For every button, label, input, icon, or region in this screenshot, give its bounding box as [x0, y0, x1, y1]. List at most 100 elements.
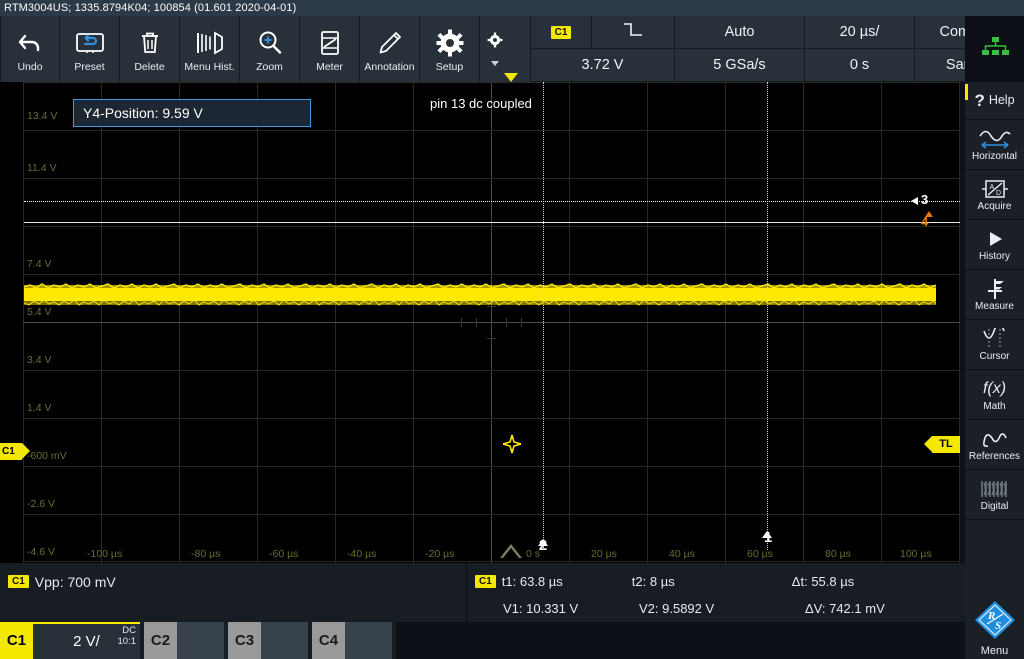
sidebar-item-digital[interactable]: Digital — [965, 470, 1024, 520]
channel-c3-badge: C3 — [228, 622, 261, 659]
cursor-line-vertical-1[interactable] — [767, 82, 768, 550]
cursor-line-horizontal-4[interactable] — [24, 222, 960, 223]
sidebar-item-digital-label: Digital — [980, 500, 1009, 512]
measurement-channel-badge: C1 — [8, 575, 29, 588]
sidebar-item-cursor[interactable]: Cursor — [965, 320, 1024, 370]
channel-c4-badge: C4 — [312, 622, 345, 659]
channel-c1-scale: 2 V/ — [73, 633, 100, 650]
horizontal-position-cell[interactable]: 0 s — [805, 49, 915, 82]
y-axis-label: 11.4 V — [27, 162, 57, 174]
toolbar-annotation-button[interactable]: Annotation — [360, 16, 420, 82]
cursor-results[interactable]: C1 t1: 63.8 µs t2: 8 µs Δt: 55.8 µs V1: … — [467, 563, 965, 622]
sidebar-item-help[interactable]: ? Help — [965, 82, 1024, 120]
sidebar-item-help-label: Help — [988, 93, 1015, 107]
channel-c3[interactable]: C3 — [228, 622, 308, 659]
titlebar: RTM3004US; 1335.8794K04; 100854 (01.601 … — [0, 0, 1024, 16]
channel-c1-settings[interactable]: 2 V/ DC 10:1 — [33, 622, 140, 659]
toolbar-zoom-label: Zoom — [256, 60, 283, 73]
cursor-delta-t: Δt: 55.8 µs — [791, 574, 855, 589]
preset-icon — [75, 26, 105, 60]
y-axis-label: 3.4 V — [27, 354, 52, 366]
toolbar-undo-label: Undo — [17, 60, 43, 73]
sidebar-item-acquire[interactable]: AD Acquire — [965, 84, 1024, 220]
reference-point-marker[interactable] — [500, 432, 524, 458]
references-icon — [980, 428, 1010, 450]
timebase-cell[interactable]: 20 µs/ — [805, 16, 915, 49]
cursor-marker-3-arrow — [911, 197, 918, 205]
trigger-mode-cell[interactable]: Auto — [675, 16, 805, 49]
channel-c4-settings[interactable] — [345, 622, 392, 659]
trigger-level-marker[interactable]: TL — [924, 436, 960, 453]
cursor-line-vertical-2[interactable] — [543, 82, 544, 550]
trigger-level-cell[interactable]: 3.72 V — [530, 49, 675, 82]
toolbar-menu-history-label: Menu Hist. — [184, 60, 235, 73]
pencil-icon — [377, 26, 403, 60]
sidebar-item-measure[interactable]: Measure — [965, 84, 1024, 320]
sidebar-item-math[interactable]: f(x) Math — [965, 370, 1024, 420]
menu-history-icon — [195, 26, 225, 60]
toolbar-preset-button[interactable]: Preset — [60, 16, 120, 82]
menu-button-label: Menu — [980, 645, 1009, 657]
toolbar-undo-button[interactable]: Undo — [0, 16, 60, 82]
sidebar-item-horizontal[interactable]: Horizontal — [965, 120, 1024, 170]
trigger-info-panel: C1 Auto 20 µs/ Complete 3.72 V 5 GSa/s 0… — [530, 16, 1024, 82]
channel-c2[interactable]: C2 — [144, 622, 224, 659]
sidebar-item-acquire-label: Acquire — [977, 200, 1012, 212]
sidebar-item-horizontal-label: Horizontal — [971, 150, 1018, 162]
cursor-channel-badge: C1 — [475, 575, 496, 588]
channel-bar: C1 2 V/ DC 10:1 C2 C3 C4 — [0, 622, 965, 659]
trigger-source-cell[interactable]: C1 — [530, 16, 592, 49]
y-axis-label: -600 mV — [27, 450, 67, 462]
undo-icon — [17, 26, 43, 60]
channel-c4[interactable]: C4 — [312, 622, 392, 659]
cursor-t1: t1: 63.8 µs — [501, 574, 563, 589]
cursor-v2: V2: 9.5892 V — [639, 601, 715, 616]
y-axis-label: -4.6 V — [27, 546, 56, 558]
sidebar: ? Help Horizontal AD Acquire History Mea… — [965, 82, 1024, 659]
network-status[interactable] — [965, 16, 1024, 82]
channel-c3-settings[interactable] — [261, 622, 308, 659]
channel-c2-settings[interactable] — [177, 622, 224, 659]
x-axis-label: 100 µs — [900, 548, 932, 560]
x-axis-label: -20 µs — [425, 548, 455, 560]
annotation-text[interactable]: pin 13 dc coupled — [430, 96, 532, 111]
small-gear-icon — [487, 32, 503, 53]
falling-edge-icon — [622, 21, 644, 43]
toolbar-menu-history-button[interactable]: Menu Hist. — [180, 16, 240, 82]
toolbar-delete-button[interactable]: Delete — [120, 16, 180, 82]
cursor-v1: V1: 10.331 V — [503, 601, 579, 616]
toolbar-annotation-label: Annotation — [364, 60, 415, 73]
cursor-marker-4-label: 4 — [921, 214, 929, 229]
y-position-input[interactable]: Y4-Position: 9.59 V — [73, 99, 311, 127]
x-axis-label: -40 µs — [347, 548, 377, 560]
toolbar-setup-button[interactable]: Setup — [420, 16, 480, 82]
trigger-slope-cell[interactable] — [592, 16, 675, 49]
meter-icon — [319, 26, 341, 60]
sidebar-item-references[interactable]: References — [965, 420, 1024, 470]
play-icon — [984, 228, 1006, 250]
sidebar-item-history[interactable]: History — [965, 220, 1024, 270]
y-axis-label: 5.4 V — [27, 306, 52, 318]
cursor-delta-v: ΔV: 742.1 mV — [805, 601, 885, 616]
waveform-display[interactable]: 13.4 V 11.4 V 7.4 V 5.4 V 3.4 V 1.4 V -6… — [0, 73, 960, 563]
cursor-line-horizontal-3[interactable] — [24, 201, 960, 202]
sidebar-item-measure-label: Measure — [975, 300, 1014, 312]
cursor-marker-3-label: 3 — [921, 192, 929, 207]
channel-c1[interactable]: C1 2 V/ DC 10:1 — [0, 622, 140, 659]
y-axis-label: 7.4 V — [27, 258, 52, 270]
trigger-offset-marker[interactable] — [504, 73, 518, 82]
measurement-results[interactable]: C1 Vpp: 700 mV — [0, 563, 467, 622]
trigger-position-marker-inner — [503, 548, 519, 558]
waveform-noise — [24, 283, 936, 306]
menu-button[interactable]: R S Menu — [965, 600, 1024, 659]
toolbar-delete-label: Delete — [134, 60, 165, 73]
toolbar-zoom-button[interactable]: Zoom — [240, 16, 300, 82]
digital-icon — [979, 478, 1011, 500]
horizontal-icon — [978, 128, 1012, 150]
sidebar-item-math-label: Math — [983, 400, 1006, 412]
rs-logo-icon: R S — [973, 600, 1017, 645]
y-axis-label: 13.4 V — [27, 110, 58, 122]
cursor-marker-1-label: 1 — [763, 529, 773, 546]
channel-offset-marker[interactable]: C1 — [0, 443, 30, 460]
toolbar-meter-button[interactable]: Meter — [300, 16, 360, 82]
